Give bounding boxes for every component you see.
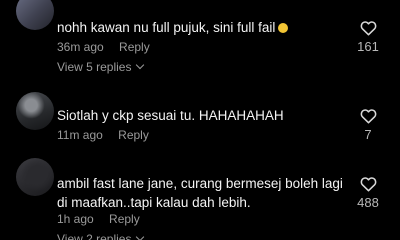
view-replies-button[interactable]: View 5 replies — [57, 60, 145, 74]
heart-outline-icon — [360, 21, 376, 36]
view-replies-label: View 5 replies — [57, 60, 132, 74]
view-replies-button[interactable]: View 2 replies — [57, 232, 145, 240]
grinning-sweat-emoji — [278, 23, 289, 33]
heart-outline-icon — [360, 177, 376, 192]
heart-outline-icon — [360, 109, 376, 124]
reply-button[interactable]: Reply — [119, 40, 150, 54]
like-count: 488 — [357, 195, 379, 210]
comment-timestamp: 1h ago — [57, 212, 94, 226]
avatar[interactable] — [16, 92, 54, 130]
avatar[interactable] — [16, 158, 54, 196]
reply-button[interactable]: Reply — [109, 212, 140, 226]
comment-meta: 36m ago Reply — [57, 40, 150, 54]
comment-timestamp: 11m ago — [57, 128, 103, 142]
comment-meta: 1h ago Reply — [57, 212, 140, 226]
like-button[interactable]: 161 — [348, 20, 388, 54]
like-button[interactable]: 7 — [348, 108, 388, 142]
avatar[interactable] — [16, 0, 54, 30]
comment-text: Siotlah y ckp sesuai tu. HAHAHAHAH — [57, 108, 284, 123]
comment-timestamp: 36m ago — [57, 40, 104, 54]
reply-button[interactable]: Reply — [118, 128, 149, 142]
like-button[interactable]: 488 — [348, 176, 388, 210]
comment-meta: 11m ago Reply — [57, 128, 149, 142]
like-count: 7 — [364, 127, 372, 142]
comment-text: nohh kawan nu full pujuk, sini full fail — [57, 18, 357, 37]
view-replies-label: View 2 replies — [57, 232, 132, 240]
chevron-down-icon — [136, 232, 145, 240]
chevron-down-icon — [136, 60, 145, 70]
comment-text: ambil fast lane jane, curang bermesej bo… — [57, 176, 343, 210]
like-count: 161 — [357, 39, 379, 54]
